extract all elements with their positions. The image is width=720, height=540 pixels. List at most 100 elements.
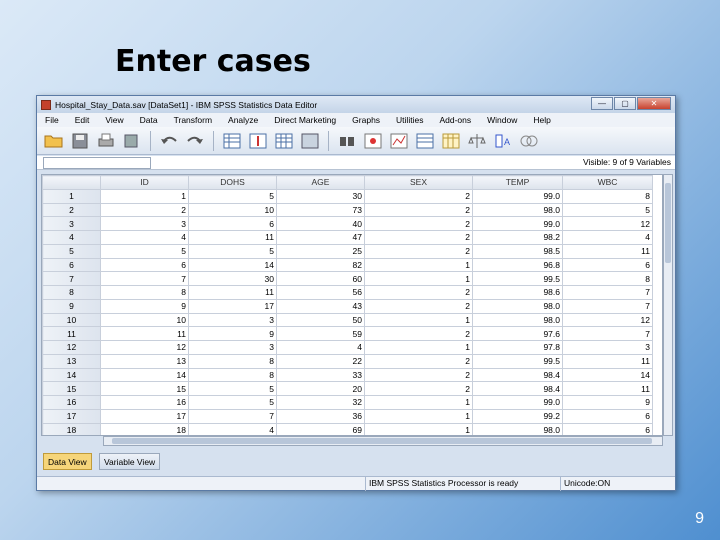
data-cell[interactable]: 5: [188, 243, 277, 259]
data-cell[interactable]: 5: [188, 395, 277, 410]
minimize-button[interactable]: —: [591, 97, 613, 110]
data-cell[interactable]: 98.0: [472, 312, 563, 328]
data-cell[interactable]: 8: [100, 285, 189, 300]
data-cell[interactable]: 25: [276, 243, 365, 259]
data-cell[interactable]: 12: [562, 312, 653, 328]
menu-graphs[interactable]: Graphs: [352, 115, 380, 125]
variables-icon[interactable]: [273, 131, 295, 151]
row-number[interactable]: 7: [42, 271, 101, 286]
data-cell[interactable]: 16: [100, 395, 189, 410]
column-header-age[interactable]: AGE: [276, 175, 365, 190]
weight-cases-icon[interactable]: [388, 131, 410, 151]
data-cell[interactable]: 1: [364, 271, 473, 286]
tab-data-view[interactable]: Data View: [43, 453, 92, 470]
data-cell[interactable]: 98.5: [472, 243, 563, 259]
row-number[interactable]: 17: [42, 408, 101, 424]
data-cell[interactable]: 98.2: [472, 230, 563, 245]
tab-variable-view[interactable]: Variable View: [99, 453, 161, 470]
data-cell[interactable]: 2: [364, 285, 473, 300]
data-cell[interactable]: 2: [364, 353, 473, 369]
data-cell[interactable]: 11: [562, 353, 653, 369]
row-number[interactable]: 1: [42, 188, 101, 204]
data-cell[interactable]: 98.4: [472, 367, 563, 383]
cell-reference-field[interactable]: [43, 157, 151, 169]
row-number[interactable]: 14: [42, 367, 101, 383]
menu-view[interactable]: View: [105, 115, 123, 125]
column-header-temp[interactable]: TEMP: [472, 175, 563, 190]
goto-variable-icon[interactable]: [247, 131, 269, 151]
data-cell[interactable]: 3: [188, 312, 277, 328]
data-cell[interactable]: 7: [562, 298, 653, 314]
data-cell[interactable]: 4: [562, 230, 653, 245]
data-cell[interactable]: 97.6: [472, 326, 563, 341]
maximize-button[interactable]: ▢: [614, 97, 636, 110]
column-header-id[interactable]: ID: [100, 175, 189, 190]
menu-utilities[interactable]: Utilities: [396, 115, 423, 125]
column-header-sex[interactable]: SEX: [364, 175, 473, 190]
data-cell[interactable]: 2: [364, 381, 473, 396]
data-cell[interactable]: 10: [188, 202, 277, 218]
data-cell[interactable]: 2: [364, 188, 473, 204]
data-cell[interactable]: 22: [276, 353, 365, 369]
row-number[interactable]: 2: [42, 202, 101, 218]
data-cell[interactable]: 33: [276, 367, 365, 383]
menu-edit[interactable]: Edit: [75, 115, 90, 125]
data-cell[interactable]: 10: [100, 312, 189, 328]
data-cell[interactable]: 99.2: [472, 408, 563, 424]
data-cell[interactable]: 3: [562, 340, 653, 355]
menu-analyze[interactable]: Analyze: [228, 115, 258, 125]
row-number[interactable]: 18: [42, 422, 101, 435]
select-cases-icon[interactable]: [414, 131, 436, 151]
data-cell[interactable]: 17: [188, 298, 277, 314]
goto-case-icon[interactable]: [221, 131, 243, 151]
undo-icon[interactable]: [158, 131, 180, 151]
data-cell[interactable]: 2: [364, 367, 473, 383]
data-cell[interactable]: 96.8: [472, 257, 563, 273]
data-cell[interactable]: 9: [562, 395, 653, 410]
data-cell[interactable]: 11: [100, 326, 189, 341]
data-cell[interactable]: 30: [276, 188, 365, 204]
data-cell[interactable]: 3: [100, 216, 189, 231]
data-cell[interactable]: 98.0: [472, 298, 563, 314]
data-cell[interactable]: 1: [364, 340, 473, 355]
menu-file[interactable]: File: [45, 115, 59, 125]
redo-icon[interactable]: [184, 131, 206, 151]
horizontal-scrollbar[interactable]: [103, 436, 663, 446]
data-cell[interactable]: 60: [276, 271, 365, 286]
use-sets-icon[interactable]: [466, 131, 488, 151]
save-icon[interactable]: [69, 131, 91, 151]
horizontal-scroll-thumb[interactable]: [112, 438, 652, 444]
data-cell[interactable]: 2: [364, 216, 473, 231]
grid-corner[interactable]: [42, 175, 101, 190]
show-all-icon[interactable]: A: [492, 131, 514, 151]
data-cell[interactable]: 1: [364, 422, 473, 435]
data-cell[interactable]: 2: [364, 230, 473, 245]
data-cell[interactable]: 98.6: [472, 285, 563, 300]
data-cell[interactable]: 97.8: [472, 340, 563, 355]
data-cell[interactable]: 2: [364, 298, 473, 314]
data-cell[interactable]: 14: [188, 257, 277, 273]
value-labels-icon[interactable]: [440, 131, 462, 151]
data-cell[interactable]: 17: [100, 408, 189, 424]
row-number[interactable]: 4: [42, 230, 101, 245]
data-cell[interactable]: 11: [188, 285, 277, 300]
data-cell[interactable]: 11: [188, 230, 277, 245]
data-cell[interactable]: 1: [100, 188, 189, 204]
open-folder-icon[interactable]: [43, 131, 65, 151]
data-cell[interactable]: 7: [562, 326, 653, 341]
data-cell[interactable]: 69: [276, 422, 365, 435]
data-cell[interactable]: 99.0: [472, 395, 563, 410]
dialog-recall-icon[interactable]: [121, 131, 143, 151]
data-cell[interactable]: 13: [100, 353, 189, 369]
data-cell[interactable]: 14: [100, 367, 189, 383]
data-cell[interactable]: 11: [562, 381, 653, 396]
data-cell[interactable]: 99.5: [472, 271, 563, 286]
data-cell[interactable]: 6: [562, 408, 653, 424]
data-cell[interactable]: 98.0: [472, 422, 563, 435]
menu-direct-marketing[interactable]: Direct Marketing: [274, 115, 336, 125]
data-cell[interactable]: 40: [276, 216, 365, 231]
row-number[interactable]: 12: [42, 340, 101, 355]
data-cell[interactable]: 1: [364, 257, 473, 273]
menu-data[interactable]: Data: [140, 115, 158, 125]
data-cell[interactable]: 99.0: [472, 188, 563, 204]
